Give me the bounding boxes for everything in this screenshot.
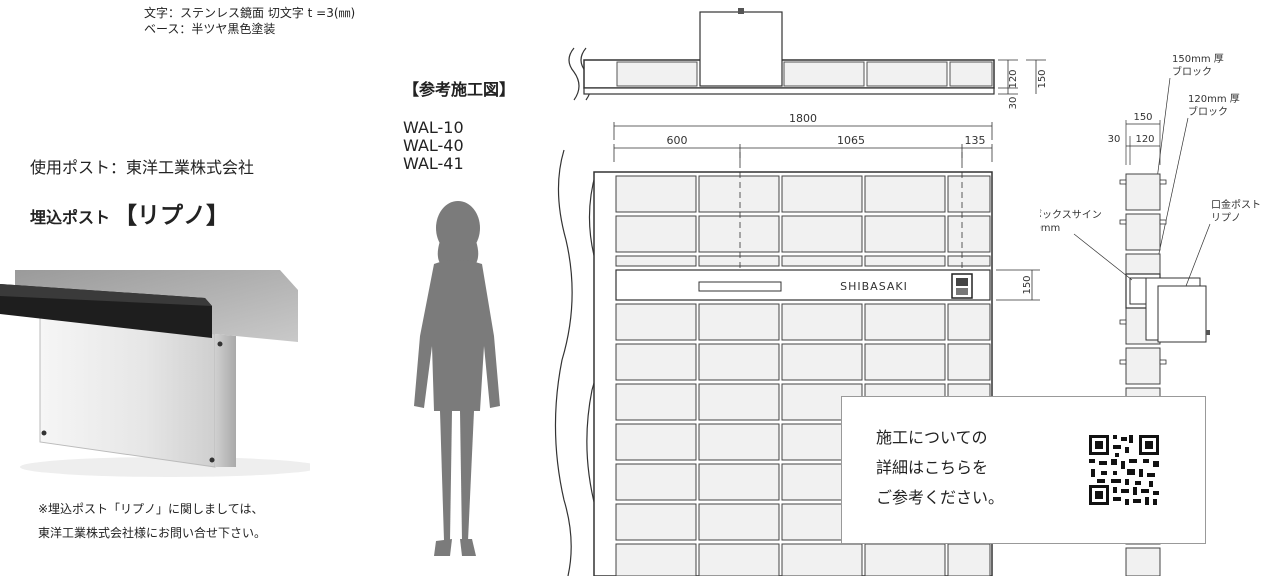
note-line-2: 東洋工業株式会社様にお問い合せ下さい。 (38, 526, 267, 540)
callout-150-block-line2: ブロック (1172, 65, 1212, 78)
callout-120-block-line2: ブロック (1188, 105, 1228, 118)
construction-info-box: 施工についての 詳細はこちらを ご参考ください。 (841, 396, 1206, 544)
callout-sign-line1: 埋込ボックスサイン (1040, 209, 1102, 221)
band-dim-150: 150 (1022, 275, 1033, 294)
info-line-2: 詳細はこちらを (876, 458, 989, 477)
callout-post-line1: 口金ポスト (1211, 198, 1261, 211)
callout-120-block-line1: 120mm 厚 (1188, 93, 1240, 105)
product-name: 【リプノ】 (114, 203, 230, 229)
info-line-3: ご参考ください。 (876, 488, 1005, 507)
person-silhouette (414, 201, 500, 556)
note-line-1: ※埋込ポスト「リプノ」に関しましては、 (38, 502, 264, 516)
dim-135: 135 (965, 134, 986, 147)
model-list: WAL-10 WAL-40 WAL-41 (403, 119, 464, 173)
info-line-1: 施工についての (876, 428, 988, 447)
side-dim-30: 30 (1108, 134, 1121, 145)
spec-line-1: 文字：ステンレス鏡面 切文字 t =3(㎜) (144, 6, 356, 20)
model-item: WAL-10 (403, 118, 464, 137)
callout-150-block-line1: 150mm 厚 (1172, 53, 1224, 65)
model-item: WAL-40 (403, 136, 464, 155)
model-item: WAL-41 (403, 154, 464, 173)
callout-post-line2: リプノ (1211, 212, 1241, 224)
sign-text: SHIBASAKI (840, 280, 908, 293)
dim-total-width: 1800 (789, 112, 817, 125)
dim-600: 600 (667, 134, 688, 147)
callout-sign-line2: D=30mm (1040, 223, 1060, 234)
product-heading: 埋込ポスト 【リプノ】 (30, 196, 229, 230)
side-dim-120: 120 (1135, 134, 1154, 145)
reference-title: 【参考施工図】 (403, 80, 516, 99)
plan-view-drawing: 120 150 30 (568, 8, 1048, 109)
post-product-image (0, 270, 310, 477)
spec-line-2: ベース：半ツヤ黒色塗装 (144, 22, 276, 36)
dim-1065: 1065 (837, 134, 865, 147)
plan-dim-120: 120 (1008, 69, 1019, 88)
used-post-label: 使用ポスト：東洋工業株式会社 (30, 158, 255, 177)
embed-post-label: 埋込ポスト (30, 208, 111, 227)
info-text: 施工についての 詳細はこちらを ご参考ください。 (876, 423, 1004, 513)
qr-code[interactable] (1087, 433, 1161, 507)
side-dim-150: 150 (1133, 112, 1152, 123)
